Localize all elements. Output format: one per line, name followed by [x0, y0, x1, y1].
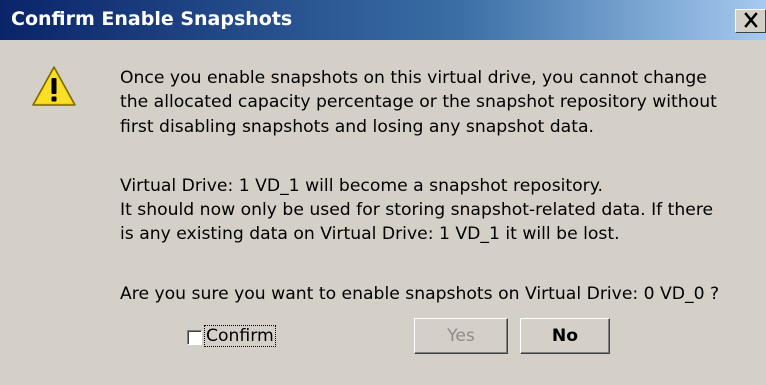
yes-button[interactable]: Yes	[414, 318, 508, 354]
dialog-title: Confirm Enable Snapshots	[11, 8, 293, 30]
title-bar[interactable]: Confirm Enable Snapshots	[0, 0, 766, 40]
message-line-4: Virtual Drive: 1 VD_1 will become a snap…	[120, 176, 603, 196]
no-button[interactable]: No	[520, 318, 610, 354]
close-icon	[744, 12, 758, 28]
message-line-1: Once you enable snapshots on this virtua…	[120, 68, 707, 88]
message-line-3: first disabling snapshots and losing any…	[120, 117, 594, 137]
confirm-label[interactable]: Confirm	[204, 325, 276, 347]
confirm-checkbox[interactable]	[187, 330, 202, 345]
confirm-dialog: Confirm Enable Snapshots Once you enable…	[0, 0, 766, 385]
close-button[interactable]	[735, 9, 766, 33]
warning-icon	[32, 66, 76, 106]
message-line-2: the allocated capacity percentage or the…	[120, 92, 717, 112]
message-line-6: is any existing data on Virtual Drive: 1…	[120, 224, 620, 244]
message-line-5: It should now only be used for storing s…	[120, 200, 714, 220]
confirmation-question: Are you sure you want to enable snapshot…	[120, 284, 720, 304]
